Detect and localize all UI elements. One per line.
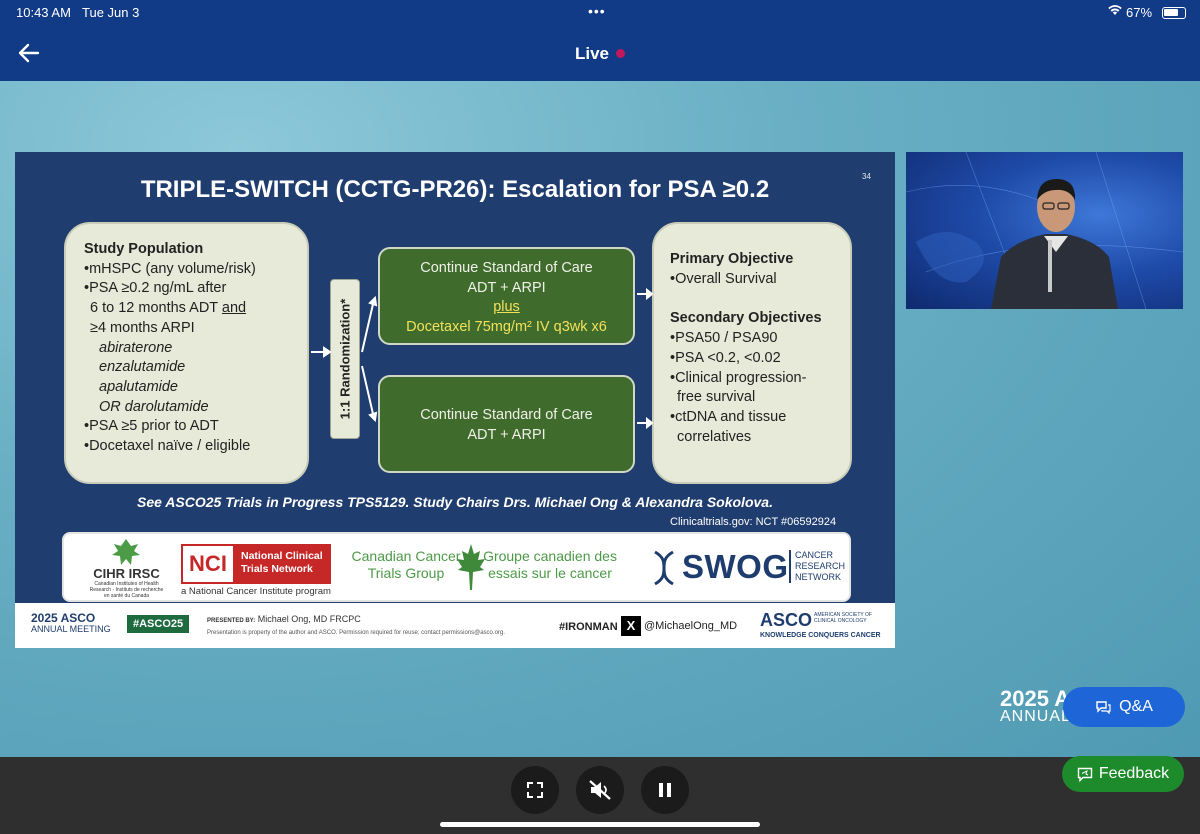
chat-bubble-icon (1096, 701, 1111, 714)
x-logo-icon: X (621, 616, 641, 636)
live-title: Live (575, 44, 610, 63)
asco-tagline: KNOWLEDGE CONQUERS CANCER (760, 632, 881, 639)
slide-caption: See ASCO25 Trials in Progress TPS5129. S… (137, 494, 773, 510)
primary-objective-heading: Primary Objective (670, 251, 794, 267)
swog-subtitle: CANCER RESEARCH NETWORK (789, 550, 859, 583)
social-handle: @MichaelOng_MD (644, 620, 738, 632)
pause-icon (659, 783, 671, 797)
qa-button[interactable]: Q&A (1063, 687, 1185, 727)
multitasking-dots[interactable]: ••• (588, 3, 606, 19)
objective-item: •ctDNA and tissue (670, 408, 787, 425)
status-bar: 10:43 AM Tue Jun 3 ••• 67% (0, 0, 1200, 26)
study-text: 6 to 12 months ADT (90, 300, 222, 317)
treatment-arm-2: Continue Standard of Care ADT + ARPI (378, 375, 635, 473)
feedback-button[interactable]: Feedback (1062, 756, 1184, 792)
speaker-video (906, 152, 1183, 309)
drug-name: enzalutamide (99, 359, 186, 376)
drug-name: apalutamide (99, 378, 178, 395)
arm-text: ADT + ARPI (467, 279, 546, 296)
overlay-annual: ANNUAL (1000, 708, 1071, 725)
top-bar: 10:43 AM Tue Jun 3 ••• 67% Live (0, 0, 1200, 81)
swog-wordmark: SWOG (682, 548, 789, 585)
feedback-icon (1077, 767, 1093, 782)
arm-text: Continue Standard of Care (420, 407, 593, 423)
status-date: Tue Jun 3 (82, 5, 140, 20)
mute-button[interactable] (576, 766, 624, 814)
battery-icon (1162, 7, 1186, 19)
fullscreen-icon (527, 782, 543, 798)
study-population-box: Study Population •mHSPC (any volume/risk… (64, 222, 309, 484)
drug-name: abiraterone (99, 339, 173, 356)
arm-plus: plus (493, 299, 520, 316)
presenter-name: Michael Ong, MD FRCPC (257, 614, 361, 624)
speaker-image (906, 152, 1183, 309)
objective-item: •PSA50 / PSA90 (670, 330, 778, 347)
muted-speaker-icon (589, 780, 611, 800)
asco-year: 2025 ASCO (31, 611, 96, 625)
feedback-label: Feedback (1098, 765, 1170, 782)
pause-button[interactable] (641, 766, 689, 814)
study-bullet: •mHSPC (any volume/risk) (84, 260, 256, 277)
nci-subtitle: a National Cancer Institute program (181, 586, 331, 597)
drug-name: OR darolutamide (99, 398, 209, 415)
slide-number: 34 (862, 172, 871, 181)
study-bullet-continued: ≥4 months ARPI (90, 319, 195, 336)
presenter: PRESENTED BY: Michael Ong, MD FRCPC (207, 614, 361, 624)
fullscreen-button[interactable] (511, 766, 559, 814)
live-indicator-dot (616, 49, 625, 58)
home-indicator[interactable] (440, 822, 760, 827)
wifi-icon (1107, 3, 1123, 19)
objective-item-continued: free survival (677, 389, 756, 406)
presented-by-label: PRESENTED BY: (207, 618, 256, 624)
asco-society-logo: ASCO AMERICAN SOCIETY OF CLINICAL ONCOLO… (760, 610, 881, 639)
objective-item: •Clinical progression- (670, 369, 807, 386)
copyright-note: Presentation is property of the author a… (207, 630, 505, 636)
cctg-french: Groupe canadien des essais sur le cancer (483, 548, 617, 581)
objective-item-continued: correlatives (677, 428, 752, 445)
study-bullet: •Docetaxel naïve / eligible (84, 438, 251, 455)
arm-docetaxel: Docetaxel 75mg/m² IV q3wk x6 (406, 319, 607, 336)
sponsor-logo-strip: CIHR IRSC Canadian Institutes of Health … (62, 532, 851, 602)
nci-network-name: National Clinical Trials Network (235, 544, 331, 584)
cctg-english: Canadian Cancer Trials Group (351, 548, 461, 581)
qa-label: Q&A (1119, 698, 1153, 715)
asco-society-name: AMERICAN SOCIETY OF CLINICAL ONCOLOGY (814, 612, 872, 624)
slide-title: TRIPLE-SWITCH (CCTG-PR26): Escalation fo… (140, 176, 770, 203)
cihr-emblem-icon (112, 539, 140, 565)
presentation-slide: TRIPLE-SWITCH (CCTG-PR26): Escalation fo… (15, 152, 895, 648)
hashtag-badge: #ASCO25 (127, 615, 190, 633)
asco-meeting-logo: 2025 ASCO ANNUAL MEETING (31, 611, 111, 635)
status-time: 10:43 AM (16, 5, 71, 20)
study-bullet-continued: 6 to 12 months ADT and (84, 299, 307, 319)
cihr-text: CIHR IRSC (93, 566, 160, 581)
treatment-arm-1: Continue Standard of Care ADT + ARPI plu… (378, 247, 635, 345)
objectives-box: Primary Objective •Overall Survival Seco… (652, 222, 852, 484)
battery-percent: 67% (1126, 5, 1153, 20)
cihr-logo: CIHR IRSC Canadian Institutes of Health … (89, 539, 164, 599)
asco-meeting-label: ANNUAL MEETING (31, 624, 111, 634)
nct-number: Clinicaltrials.gov: NCT #06592924 (670, 516, 837, 528)
ironman-hashtag: #IRONMAN (559, 621, 618, 633)
study-population-heading: Study Population (84, 241, 204, 257)
arm-text: Continue Standard of Care (420, 260, 593, 276)
study-bullet: •PSA ≥5 prior to ADT (84, 418, 219, 435)
dna-helix-icon (654, 550, 674, 586)
nci-badge: NCI (181, 544, 235, 584)
arm-text: ADT + ARPI (467, 426, 546, 443)
slide-footer: 2025 ASCO ANNUAL MEETING #ASCO25 PRESENT… (15, 603, 895, 648)
study-bullet: •PSA ≥0.2 ng/mL after (84, 280, 227, 297)
back-arrow-icon[interactable] (16, 40, 42, 66)
study-text-underlined: and (221, 300, 247, 317)
objective-item: •PSA <0.2, <0.02 (670, 349, 781, 366)
objective-item: •Overall Survival (670, 270, 777, 287)
cihr-subtext: Canadian Institutes of Health Research ·… (89, 581, 164, 599)
randomization-label: 1:1 Randomization* (337, 298, 353, 420)
secondary-objectives-heading: Secondary Objectives (670, 310, 822, 327)
